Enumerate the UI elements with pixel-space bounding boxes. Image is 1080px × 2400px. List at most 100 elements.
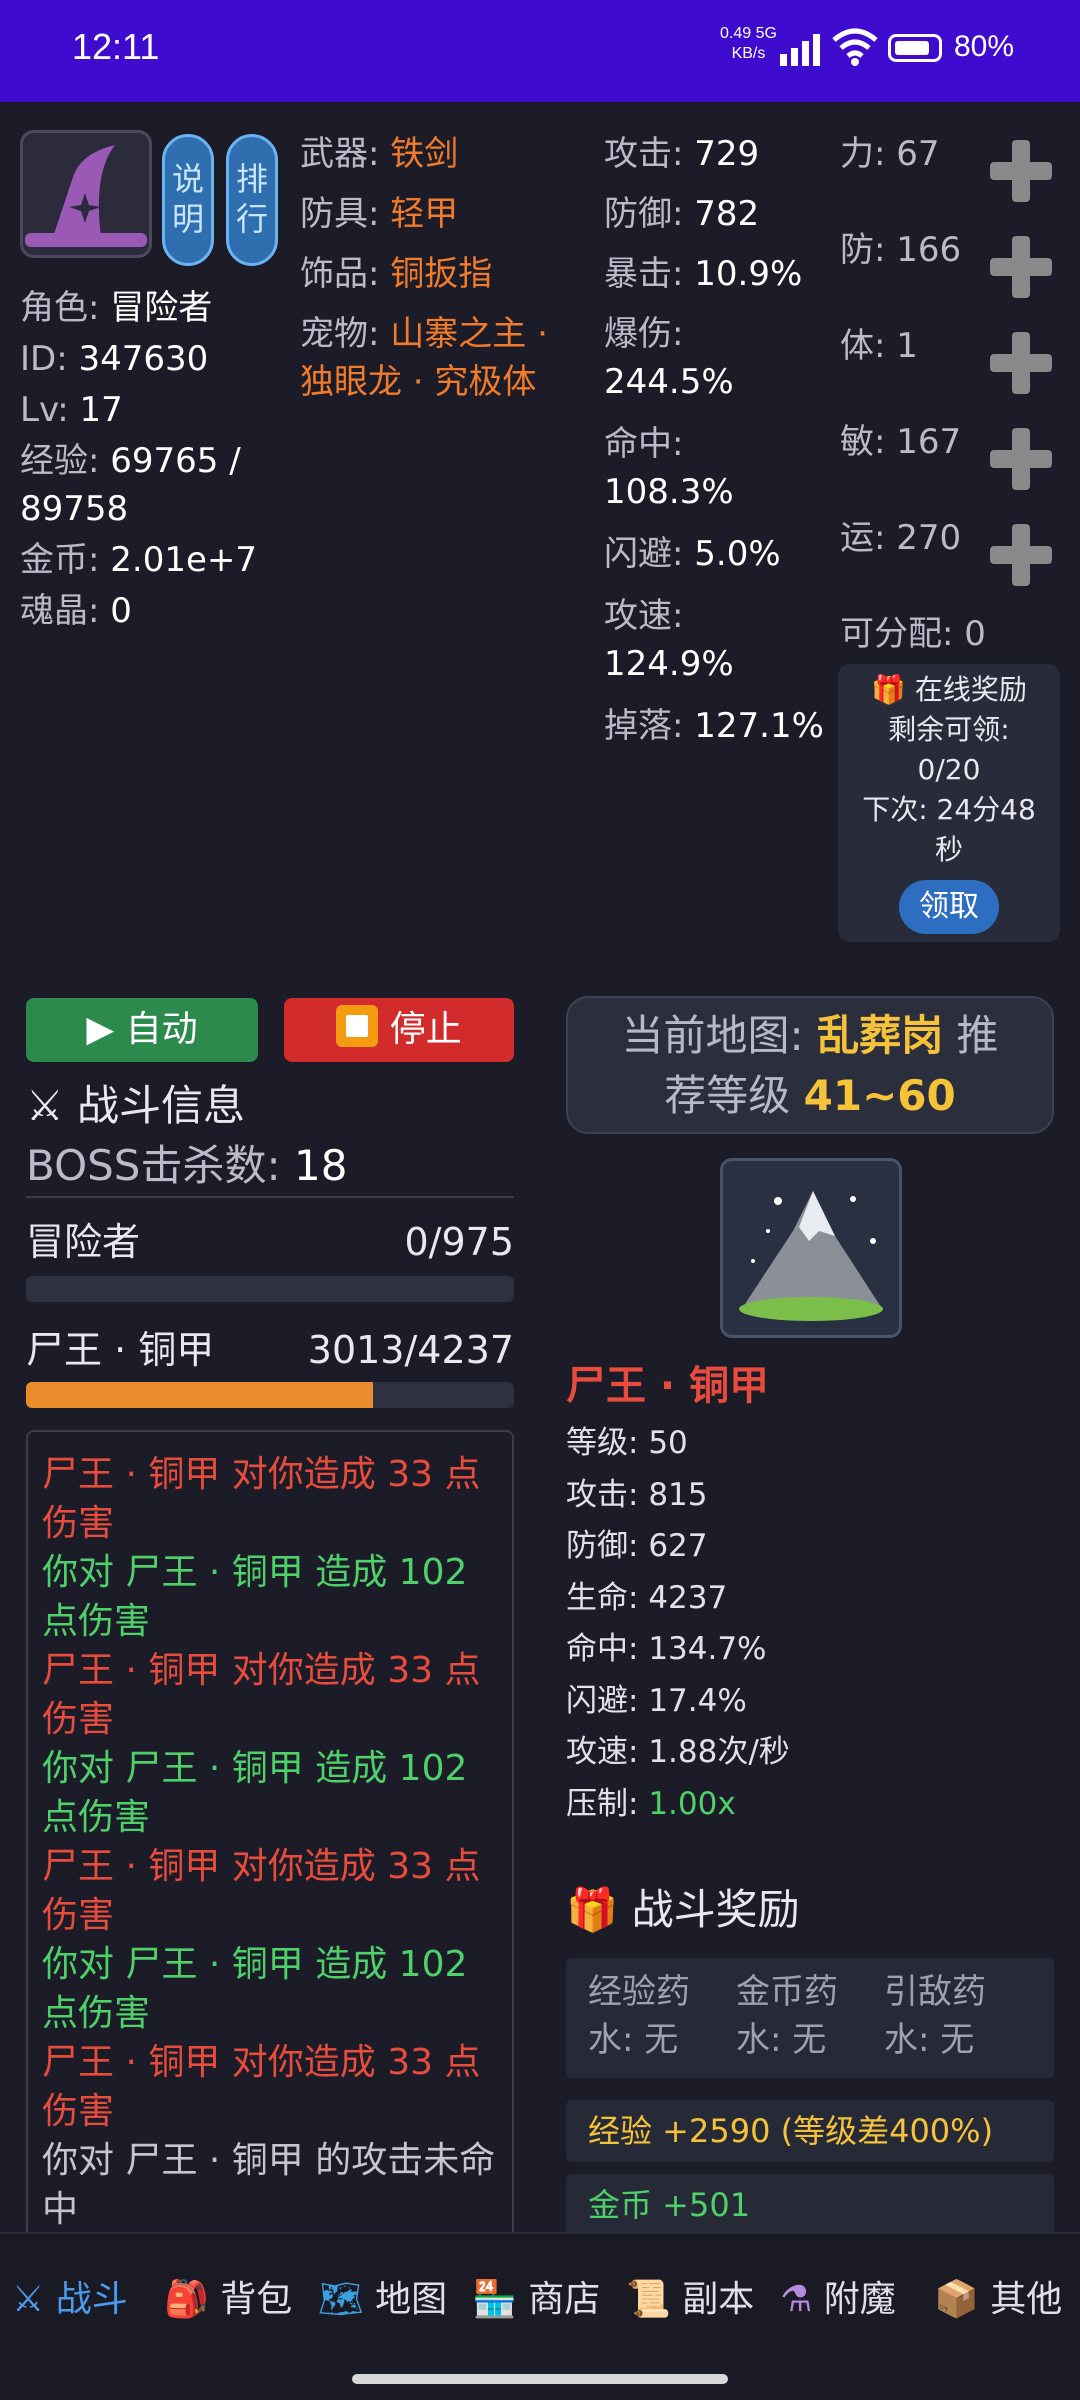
map-label: 当前地图: <box>621 1011 804 1060</box>
boss-kills-value: 18 <box>293 1141 348 1190</box>
tab-other-label: 其他 <box>990 2279 1063 2320</box>
boss-kills-row: BOSS击杀数: 18 <box>26 1136 514 1198</box>
accessory-value[interactable]: 铜扳指 <box>390 254 492 294</box>
crossed-swords-icon: ⚔ <box>26 1081 64 1130</box>
drop-label: 掉落 <box>604 706 672 746</box>
monster-hp-label: 生命 <box>566 1579 628 1616</box>
net-type: 5G <box>755 25 777 42</box>
pet-value-line1[interactable]: 山寨之主 · <box>390 314 548 354</box>
add-luck-button[interactable] <box>986 520 1056 590</box>
combat-stats: 攻击: 729 防御: 782 暴击: 10.9% 爆伤: 244.5% 命中:… <box>604 134 824 746</box>
wizard-hat-icon <box>25 145 147 247</box>
role-value: 冒险者 <box>110 288 213 328</box>
mountain-icon <box>739 1191 883 1321</box>
add-def-button[interactable] <box>986 232 1056 302</box>
crit-label: 暴击 <box>604 254 672 294</box>
monster-stats: 等级: 50 攻击: 815 防御: 627 生命: 4237 命中: 134.… <box>566 1425 790 1822</box>
exp-value: 69765 / <box>110 441 241 481</box>
con-value: 1 <box>896 326 918 366</box>
battery-icon <box>888 34 942 62</box>
atk-value: 729 <box>694 134 760 174</box>
current-map-panel[interactable]: 当前地图: 乱葬岗 推 荐等级 41~60 <box>566 996 1054 1134</box>
monster-def: 627 <box>648 1528 708 1564</box>
def-attr-value: 166 <box>896 230 962 270</box>
gift-icon: 🎁 <box>566 1885 619 1934</box>
tab-map[interactable]: 🗺 地图 <box>318 2270 447 2322</box>
claim-button[interactable]: 领取 <box>899 880 999 934</box>
backpack-icon: 🎒 <box>164 2279 209 2320</box>
network-speed: 0.49 5G KB/s <box>720 24 777 64</box>
luck-label: 运 <box>840 518 874 558</box>
monster-hit-label: 命中 <box>566 1631 628 1667</box>
recommend-label-2: 荐等级 <box>664 1071 791 1120</box>
equipment-panel: 武器: 铁剑 防具: 轻甲 饰品: 铜扳指 宠物: 山寨之主 · 独眼龙 · 究… <box>300 130 548 406</box>
auto-button[interactable]: ▶ 自动 <box>26 998 258 1062</box>
monster-suppress-label: 压制 <box>566 1785 628 1822</box>
enemy-hp-bar <box>26 1382 514 1408</box>
tab-shop[interactable]: 🏪 商店 <box>472 2270 600 2322</box>
role-label: 角色 <box>20 288 88 328</box>
next-reward-time: 下次: 24分48 <box>862 793 1036 826</box>
armor-value[interactable]: 轻甲 <box>390 194 458 234</box>
battle-log[interactable]: 尸王 · 铜甲 对你造成 33 点伤害 你对 尸王 · 铜甲 造成 102 点伤害… <box>26 1430 514 2238</box>
tab-map-label: 地图 <box>375 2279 448 2320</box>
enemy-hp-text: 3013/4237 <box>307 1328 514 1372</box>
battle-info-header: ⚔ 战斗信息 <box>26 1076 245 1136</box>
def-label: 防御 <box>604 194 672 234</box>
wifi-icon <box>832 28 878 66</box>
auto-label: 自动 <box>125 1009 198 1050</box>
log-entry: 尸王 · 铜甲 对你造成 33 点伤害 <box>42 2042 481 2132</box>
tab-battle[interactable]: ⚔ 战斗 <box>12 2270 128 2322</box>
help-button[interactable]: 说明 <box>162 134 214 266</box>
recommend-label-1: 推 <box>956 1011 999 1060</box>
monster-name: 尸王 · 铜甲 <box>566 1363 770 1409</box>
add-str-button[interactable] <box>986 136 1056 206</box>
tab-other[interactable]: 📦 其他 <box>934 2270 1062 2322</box>
online-reward-panel: 🎁 在线奖励 剩余可领: 0/20 下次: 24分48 秒 领取 <box>838 664 1060 942</box>
id-value: 347630 <box>78 339 209 379</box>
add-con-button[interactable] <box>986 328 1056 398</box>
battle-rewards-header: 🎁 战斗奖励 <box>566 1880 800 1940</box>
tab-dungeon[interactable]: 📜 副本 <box>626 2270 754 2322</box>
luck-value: 270 <box>896 518 962 558</box>
hit-value: 108.3% <box>604 472 734 512</box>
weapon-value[interactable]: 铁剑 <box>390 134 458 174</box>
soul-value: 0 <box>110 591 132 631</box>
home-indicator[interactable] <box>352 2374 728 2384</box>
stop-button[interactable]: 停止 <box>284 998 514 1062</box>
potion-status: 经验药 水: 无 金币药 水: 无 引敌药 水: 无 <box>566 1958 1054 2078</box>
log-entry: 尸王 · 铜甲 对你造成 33 点伤害 <box>42 1454 481 1544</box>
tab-battle-label: 战斗 <box>55 2279 128 2320</box>
avatar[interactable] <box>20 130 152 258</box>
lure-potion-label-2: 水: 无 <box>884 2020 975 2060</box>
add-agi-button[interactable] <box>986 424 1056 494</box>
player-hp-name: 冒险者 <box>26 1220 141 1264</box>
rank-button[interactable]: 排行 <box>226 134 278 266</box>
crit-value: 10.9% <box>694 254 803 294</box>
monster-suppress: 1.00x <box>648 1785 736 1822</box>
gold-potion-label-2: 水: 无 <box>736 2020 827 2060</box>
tab-bag[interactable]: 🎒 背包 <box>164 2270 292 2322</box>
str-value: 67 <box>896 134 940 174</box>
weapon-label: 武器 <box>300 134 368 174</box>
tab-enchant[interactable]: ⚗ 附魔 <box>780 2270 896 2322</box>
lure-potion-label-1: 引敌药 <box>884 1972 986 2012</box>
exp-reward: 经验 +2590 (等级差400%) <box>566 2100 1054 2162</box>
free-points-value: 0 <box>964 614 986 654</box>
monster-dodge: 17.4% <box>648 1682 747 1719</box>
exp-potion-label-2: 水: 无 <box>588 2020 679 2060</box>
net-speed-unit: KB/s <box>731 45 766 62</box>
remain-label: 剩余可领: <box>888 713 1010 746</box>
atk-label: 攻击 <box>604 134 672 174</box>
player-hp-bar <box>26 1276 514 1302</box>
accessory-label: 饰品 <box>300 254 368 294</box>
gift-icon: 🎁 <box>871 673 906 706</box>
hit-label: 命中 <box>604 424 672 464</box>
remain-value: 0/20 <box>917 753 981 786</box>
monster-atk-label: 攻击 <box>566 1476 628 1513</box>
pet-label: 宠物 <box>300 314 368 354</box>
soul-label: 魂晶 <box>20 591 88 631</box>
pet-value-line2[interactable]: 独眼龙 · 究极体 <box>300 358 548 406</box>
dodge-value: 5.0% <box>694 534 781 574</box>
battle-rewards-title: 战斗奖励 <box>631 1885 800 1934</box>
